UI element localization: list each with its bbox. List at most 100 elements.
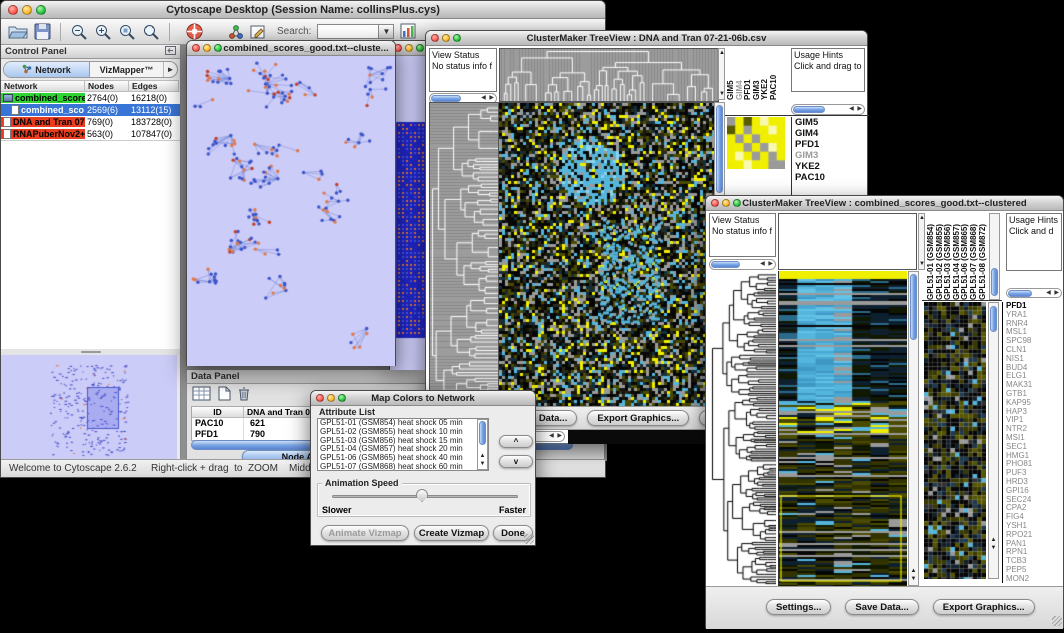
close-icon[interactable] bbox=[192, 44, 200, 52]
attribute-list-vscrollbar[interactable]: ▲▼ bbox=[477, 419, 488, 470]
row-label[interactable]: PFD1 bbox=[795, 139, 865, 150]
maximize-icon[interactable] bbox=[453, 34, 461, 42]
column-label[interactable]: GPL51-08 (GSM872) bbox=[979, 213, 988, 300]
zoom-heatmap-canvas[interactable] bbox=[727, 117, 785, 169]
dialog-titlebar[interactable]: Map Colors to Network bbox=[311, 391, 535, 406]
column-label[interactable]: YKE2 bbox=[761, 48, 770, 100]
zoom-heatmap-canvas[interactable] bbox=[924, 302, 986, 579]
treeview-combined-titlebar[interactable]: ClusterMaker TreeView : combined_scores_… bbox=[706, 196, 1063, 211]
column-label[interactable]: GPL51-01 (GSM854) bbox=[927, 213, 936, 300]
close-icon[interactable] bbox=[8, 5, 18, 15]
column-label[interactable]: GPL51-03 (GSM856) bbox=[944, 213, 953, 300]
gene-list-vscrollbar[interactable]: ▲▼ bbox=[988, 302, 999, 579]
move-up-button[interactable]: ^ bbox=[499, 435, 533, 448]
minimize-icon[interactable] bbox=[22, 5, 32, 15]
column-label[interactable]: GPL51-06 (GSM865) bbox=[961, 213, 970, 300]
main-titlebar[interactable]: Cytoscape Desktop (Session Name: collins… bbox=[1, 1, 605, 19]
report-icon[interactable] bbox=[400, 23, 417, 40]
tab-network[interactable]: Network bbox=[4, 62, 90, 77]
global-heatmap-canvas[interactable] bbox=[498, 102, 715, 408]
maximize-icon[interactable] bbox=[733, 199, 741, 207]
open-file-icon[interactable] bbox=[8, 23, 28, 40]
network-row-rnapuber[interactable]: RNAPuberNov2+ 563(0) 107847(0) bbox=[1, 128, 180, 140]
maximize-icon[interactable] bbox=[214, 44, 222, 52]
usage-hints-hscrollbar[interactable]: ◀ ▶ bbox=[791, 104, 865, 115]
close-icon[interactable] bbox=[431, 34, 439, 42]
network-row-dna-tran[interactable]: DNA and Tran 07 769(0) 183728(0) bbox=[1, 116, 180, 128]
network-row-selected[interactable]: combined_sco 2569(6) 13112(15) bbox=[1, 104, 180, 116]
dendrogram-vscrollbar[interactable]: ▲▼ bbox=[918, 213, 925, 270]
new-attribute-icon[interactable] bbox=[217, 386, 231, 406]
network-window-titlebar[interactable]: combined_scores_good.txt--cluste... bbox=[187, 41, 395, 56]
view-status-hscrollbar[interactable]: ◀ ▶ bbox=[709, 259, 776, 270]
treeview-dna-titlebar[interactable]: ClusterMaker TreeView : DNA and Tran 07-… bbox=[426, 31, 867, 46]
resize-grip[interactable] bbox=[524, 534, 534, 544]
birdseye-view-canvas[interactable] bbox=[1, 355, 177, 461]
settings-button[interactable]: Settings... bbox=[766, 599, 831, 615]
column-label[interactable]: GIM4 bbox=[736, 48, 745, 100]
delete-attribute-trash-icon[interactable] bbox=[237, 386, 251, 406]
maximize-icon[interactable] bbox=[338, 394, 346, 402]
row-label[interactable]: GIM5 bbox=[795, 117, 865, 128]
zoom-out-icon[interactable] bbox=[70, 23, 88, 41]
minimize-icon[interactable] bbox=[442, 34, 450, 42]
slower-label: Slower bbox=[322, 505, 352, 515]
create-vizmap-button[interactable]: Create Vizmap bbox=[414, 525, 489, 541]
col-network[interactable]: Network bbox=[1, 80, 85, 92]
vizmapper-icon[interactable] bbox=[228, 24, 244, 40]
tab-overflow-arrow-icon[interactable]: ► bbox=[164, 62, 177, 77]
resize-grip[interactable] bbox=[1052, 616, 1062, 626]
row-label[interactable]: GIM3 bbox=[795, 150, 865, 161]
network-view-canvas[interactable] bbox=[187, 56, 395, 366]
network-row-combined-scores[interactable]: combined_scores 2764(0) 16218(0) bbox=[1, 92, 180, 104]
heatmap-vscrollbar[interactable]: ▲▼ bbox=[908, 271, 919, 586]
col-nodes[interactable]: Nodes bbox=[85, 80, 129, 92]
column-dendrogram-canvas[interactable] bbox=[499, 48, 719, 102]
maximize-icon[interactable] bbox=[416, 44, 424, 52]
search-input[interactable] bbox=[317, 24, 379, 39]
global-heatmap-canvas[interactable] bbox=[778, 271, 907, 586]
zoom-in-icon[interactable] bbox=[94, 23, 112, 41]
row-label[interactable]: PAC10 bbox=[795, 172, 865, 183]
close-icon[interactable] bbox=[711, 199, 719, 207]
attribute-list-item[interactable]: GPL51-07 (GSM868) heat shock 60 min bbox=[320, 463, 488, 471]
zoom-fit-icon[interactable] bbox=[142, 23, 160, 41]
column-label[interactable]: PAC10 bbox=[770, 48, 779, 100]
row-label[interactable]: GIM4 bbox=[795, 128, 865, 139]
float-panel-icon[interactable] bbox=[165, 46, 176, 58]
minimize-icon[interactable] bbox=[405, 44, 413, 52]
annotation-icon[interactable] bbox=[250, 24, 267, 40]
search-dropdown-icon[interactable]: ▼ bbox=[379, 24, 394, 39]
column-label[interactable]: GPL51-02 (GSM855) bbox=[936, 213, 945, 300]
column-label[interactable]: GIM5 bbox=[727, 48, 736, 100]
save-icon[interactable] bbox=[34, 23, 51, 40]
move-down-button[interactable]: v bbox=[499, 455, 533, 468]
attr-col-id[interactable]: ID bbox=[192, 407, 244, 418]
close-icon[interactable] bbox=[316, 394, 324, 402]
row-label[interactable]: YKE2 bbox=[795, 161, 865, 172]
dendrogram-vscrollbar[interactable]: ▲▼ bbox=[718, 48, 725, 100]
minimize-icon[interactable] bbox=[722, 199, 730, 207]
column-labels-vscrollbar[interactable] bbox=[989, 213, 1000, 300]
column-label[interactable]: PFD1 bbox=[744, 48, 753, 100]
attribute-table-icon[interactable] bbox=[192, 386, 211, 406]
speed-slider-thumb[interactable] bbox=[416, 489, 428, 502]
save-data-button[interactable]: Save Data... bbox=[845, 599, 918, 615]
tab-vizmapper[interactable]: VizMapper™ bbox=[90, 62, 164, 77]
minimize-icon[interactable] bbox=[203, 44, 211, 52]
maximize-icon[interactable] bbox=[36, 5, 46, 15]
animate-vizmap-button[interactable]: Animate Vizmap bbox=[321, 525, 409, 541]
minimize-icon[interactable] bbox=[327, 394, 335, 402]
column-dendrogram-area[interactable] bbox=[778, 213, 917, 270]
usage-hints-hscrollbar[interactable]: ◀ ▶ bbox=[1006, 288, 1062, 298]
zoom-selected-icon[interactable] bbox=[118, 23, 136, 41]
help-lifesaver-icon[interactable] bbox=[185, 22, 204, 41]
row-dendrogram-canvas[interactable] bbox=[429, 102, 499, 408]
export-graphics-button[interactable]: Export Graphics... bbox=[587, 410, 689, 426]
column-label[interactable]: GPL51-07 (GSM868) bbox=[970, 213, 979, 300]
export-graphics-button[interactable]: Export Graphics... bbox=[933, 599, 1035, 615]
row-dendrogram-canvas[interactable] bbox=[710, 271, 776, 586]
control-panel-header[interactable]: Control Panel bbox=[1, 45, 180, 59]
col-edges[interactable]: Edges bbox=[129, 80, 179, 92]
gene-label[interactable]: MON2 bbox=[1006, 575, 1062, 583]
